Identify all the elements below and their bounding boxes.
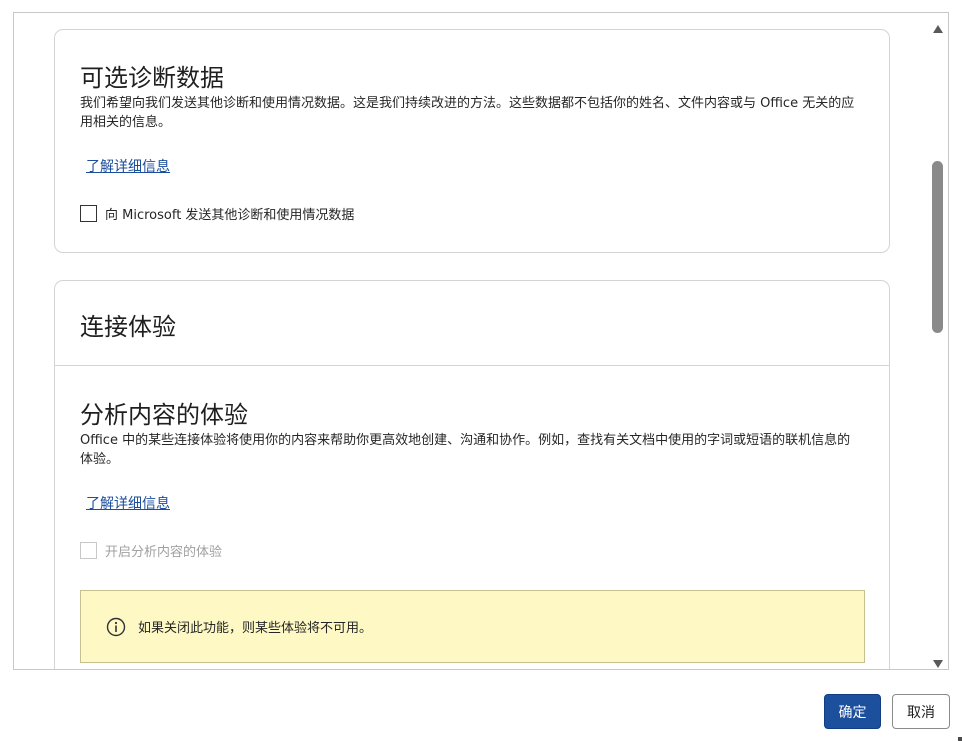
optional-diagnostic-title: 可选诊断数据 — [80, 64, 224, 92]
warning-notice: 如果关闭此功能，则某些体验将不可用。 — [80, 590, 865, 663]
notice-text: 如果关闭此功能，则某些体验将不可用。 — [138, 621, 373, 636]
optional-diagnostic-description: 我们希望向我们发送其他诊断和使用情况数据。这是我们持续改进的方法。这些数据都不包… — [80, 96, 855, 130]
info-circle-icon — [106, 617, 126, 637]
window-corner — [958, 737, 962, 741]
ok-button[interactable]: 确定 — [824, 694, 881, 729]
scroll-content: 可选诊断数据 我们希望向我们发送其他诊断和使用情况数据。这是我们持续改进的方法。… — [14, 13, 929, 669]
optional-diagnostic-checkbox-label: 向 Microsoft 发送其他诊断和使用情况数据 — [105, 207, 355, 223]
analyze-content-checkbox-row: 开启分析内容的体验 — [80, 540, 222, 560]
learn-more-link-optional[interactable]: 了解详细信息 — [86, 156, 170, 176]
vertical-scrollbar[interactable] — [927, 13, 948, 669]
analyze-content-description: Office 中的某些连接体验将使用你的内容来帮助你更高效地创建、沟通和协作。例… — [80, 433, 851, 467]
connected-experiences-card: 连接体验 分析内容的体验 Office 中的某些连接体验将使用你的内容来帮助你更… — [54, 280, 890, 669]
cancel-button[interactable]: 取消 — [892, 694, 950, 729]
scroll-up-arrow-icon[interactable] — [932, 19, 944, 33]
section-divider — [55, 365, 889, 366]
analyze-content-checkbox-label: 开启分析内容的体验 — [105, 544, 223, 560]
optional-diagnostic-checkbox-row[interactable]: 向 Microsoft 发送其他诊断和使用情况数据 — [80, 203, 354, 223]
analyze-content-checkbox — [80, 541, 97, 559]
analyze-content-title: 分析内容的体验 — [80, 401, 248, 429]
connected-experiences-title: 连接体验 — [80, 313, 176, 341]
optional-diagnostic-card: 可选诊断数据 我们希望向我们发送其他诊断和使用情况数据。这是我们持续改进的方法。… — [54, 29, 890, 253]
scroll-down-arrow-icon[interactable] — [932, 654, 944, 668]
scrollbar-thumb[interactable] — [932, 161, 943, 333]
learn-more-link-analyze[interactable]: 了解详细信息 — [86, 493, 170, 513]
settings-panel: 可选诊断数据 我们希望向我们发送其他诊断和使用情况数据。这是我们持续改进的方法。… — [13, 12, 949, 670]
optional-diagnostic-checkbox[interactable] — [80, 204, 97, 222]
